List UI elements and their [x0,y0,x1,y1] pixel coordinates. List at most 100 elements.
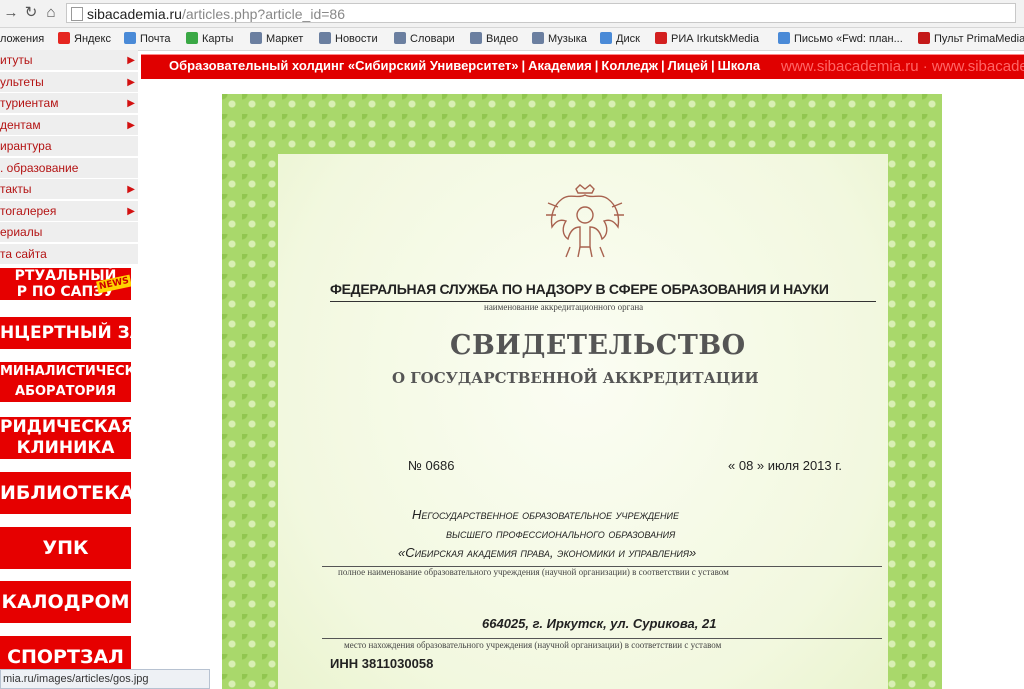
top-nav-link[interactable]: Лицей [668,58,708,73]
site-top-nav: Образовательный холдинг «Сибирский Униве… [141,54,1024,79]
sidebar-banner[interactable]: НЦЕРТНЫЙ ЗАЛ [0,317,131,349]
bookmark-item[interactable]: ложения [0,31,44,47]
org-caption: полное наименование образовательного учр… [338,567,729,577]
bookmark-icon [124,32,136,44]
bookmark-item[interactable]: Яндекс [58,31,111,47]
agency-caption: наименование аккредитационного органа [484,302,644,312]
bookmark-label: Маркет [266,33,304,45]
submenu-arrow-icon: ▶ [127,184,135,195]
sidebar-menu-item[interactable]: туриентам ▶ [0,93,138,114]
banner-line1: НЦЕРТНЫЙ ЗАЛ [0,323,131,343]
top-nav-link[interactable]: Школа [718,58,761,73]
bookmark-label: РИА IrkutskMedia [671,33,759,45]
sidebar-menu-label: ериалы [0,225,43,239]
top-nav-link[interactable]: Академия [528,58,592,73]
nav-separator: | [594,58,599,73]
bookmark-icon [394,32,406,44]
bookmark-label: Музыка [548,33,587,45]
bookmark-item[interactable]: Музыка [532,31,587,47]
url-host: sibacademia.ru [87,6,182,22]
sidebar-menu-item[interactable]: ирантура [0,136,138,157]
org-address: 664025, г. Иркутск, ул. Сурикова, 21 [482,616,717,631]
bookmark-label: Почта [140,33,171,45]
submenu-arrow-icon: ▶ [127,55,135,66]
bookmark-label: Яндекс [74,33,111,45]
nav-separator: | [710,58,715,73]
banner-line1: РИДИЧЕСКАЯ [0,417,131,437]
status-bar: mia.ru/images/articles/gos.jpg [0,669,210,689]
submenu-arrow-icon: ▶ [127,98,135,109]
bookmark-icon [186,32,198,44]
bookmark-icon [58,32,70,44]
bookmark-item[interactable]: Почта [124,31,171,47]
top-nav-links: Образовательный холдинг «Сибирский Униве… [169,58,760,73]
sidebar-menu-item[interactable]: ериалы [0,222,138,243]
org-inn: ИНН 3811030058 [330,656,434,671]
bookmark-icon [778,32,790,44]
sidebar-banner[interactable]: УПК [0,527,131,569]
home-icon[interactable]: ⌂ [42,4,60,22]
sidebar-banner[interactable]: РТУАЛЬНЫЙ Р ПО САПЭУ NEWS [0,268,131,300]
top-nav-link[interactable]: Образовательный холдинг «Сибирский Униве… [169,58,518,73]
bookmark-label: Пульт PrimaMedia [934,33,1024,45]
bookmark-label: ложения [0,33,45,45]
bookmark-label: Новости [335,33,378,45]
sidebar-banner[interactable]: РИДИЧЕСКАЯ КЛИНИКА [0,417,131,459]
submenu-arrow-icon: ▶ [127,205,135,217]
sidebar-banner[interactable]: КАЛОДРОМ [0,581,131,623]
top-nav-link[interactable]: Колледж [601,58,658,73]
bookmark-item[interactable]: Видео [470,31,518,47]
sidebar-menu-item[interactable]: тогалерея ▶ [0,200,138,222]
sidebar-menu-item[interactable]: . образование [0,157,138,179]
bookmark-label: Видео [486,33,519,45]
bookmark-item[interactable]: Словари [394,31,455,47]
banner-line1: ИБЛИОТЕКА [0,482,131,504]
bookmark-item[interactable]: Письмо «Fwd: план... [778,31,903,47]
sidebar-menu-label: такты [0,182,32,196]
sidebar-menu-label: ирантура [0,139,52,153]
sidebar-banner[interactable]: МИНАЛИСТИЧЕСКАЯ АБОРАТОРИЯ [0,362,131,402]
bookmark-item[interactable]: Новости [319,31,378,47]
bookmark-label: Словари [410,33,455,45]
bookmark-label: Карты [202,33,234,45]
certificate-image[interactable]: ФЕДЕРАЛЬНАЯ СЛУЖБА ПО НАДЗОРУ В СФЕРЕ ОБ… [222,94,942,689]
forward-icon[interactable]: → [2,4,20,22]
sidebar-menu-item[interactable]: итуты ▶ [0,50,138,71]
org-name-line2: высшего профессионального образования [446,526,676,541]
certificate-number: № 0686 [408,458,455,473]
bookmark-item[interactable]: РИА IrkutskMedia [655,31,759,47]
agency-name: ФЕДЕРАЛЬНАЯ СЛУЖБА ПО НАДЗОРУ В СФЕРЕ ОБ… [330,281,829,297]
sidebar-menu-label: дентам [0,117,41,132]
reload-icon[interactable]: ↻ [22,4,40,22]
certificate-title: СВИДЕТЕЛЬСТВО [450,330,746,361]
certificate-subtitle: О ГОСУДАРСТВЕННОЙ АККРЕДИТАЦИИ [392,369,759,387]
url-path: /articles.php?article_id=86 [181,6,345,22]
bookmark-item[interactable]: Маркет [250,31,303,47]
address-bar[interactable]: sibacademia.ru/articles.php?article_id=8… [66,3,1016,23]
bookmark-item[interactable]: Диск [600,31,640,47]
bookmark-icon [319,32,331,44]
org-name-line3: «Сибирская академия права, экономики и у… [398,545,697,560]
bookmark-item[interactable]: Карты [186,31,233,47]
nav-separator: | [661,58,665,73]
sidebar-menu-label: ультеты [0,74,44,89]
bookmark-icon [918,32,930,44]
nav-separator: | [521,58,526,73]
double-headed-eagle-emblem [546,184,624,258]
banner-line1: КАЛОДРОМ [1,591,130,613]
sidebar-menu-item[interactable]: та сайта [0,243,138,265]
sidebar-menu-item[interactable]: дентам ▶ [0,114,138,136]
sidebar-menu-item[interactable]: ультеты ▶ [0,71,138,93]
address-underline [322,638,882,639]
banner-line2: КЛИНИКА [16,438,115,458]
sidebar-menu-item[interactable]: такты ▶ [0,179,138,200]
bookmark-icon [532,32,544,44]
address-caption: место нахождения образовательного учрежд… [344,640,722,650]
sidebar-banner[interactable]: ИБЛИОТЕКА [0,472,131,514]
page-icon [71,7,83,21]
certificate-date: « 08 » июля 2013 г. [728,458,843,473]
bookmark-icon [250,32,262,44]
bookmark-item[interactable]: Пульт PrimaMedia [918,31,1024,47]
bookmark-label: Диск [616,33,640,45]
submenu-arrow-icon: ▶ [127,119,135,131]
